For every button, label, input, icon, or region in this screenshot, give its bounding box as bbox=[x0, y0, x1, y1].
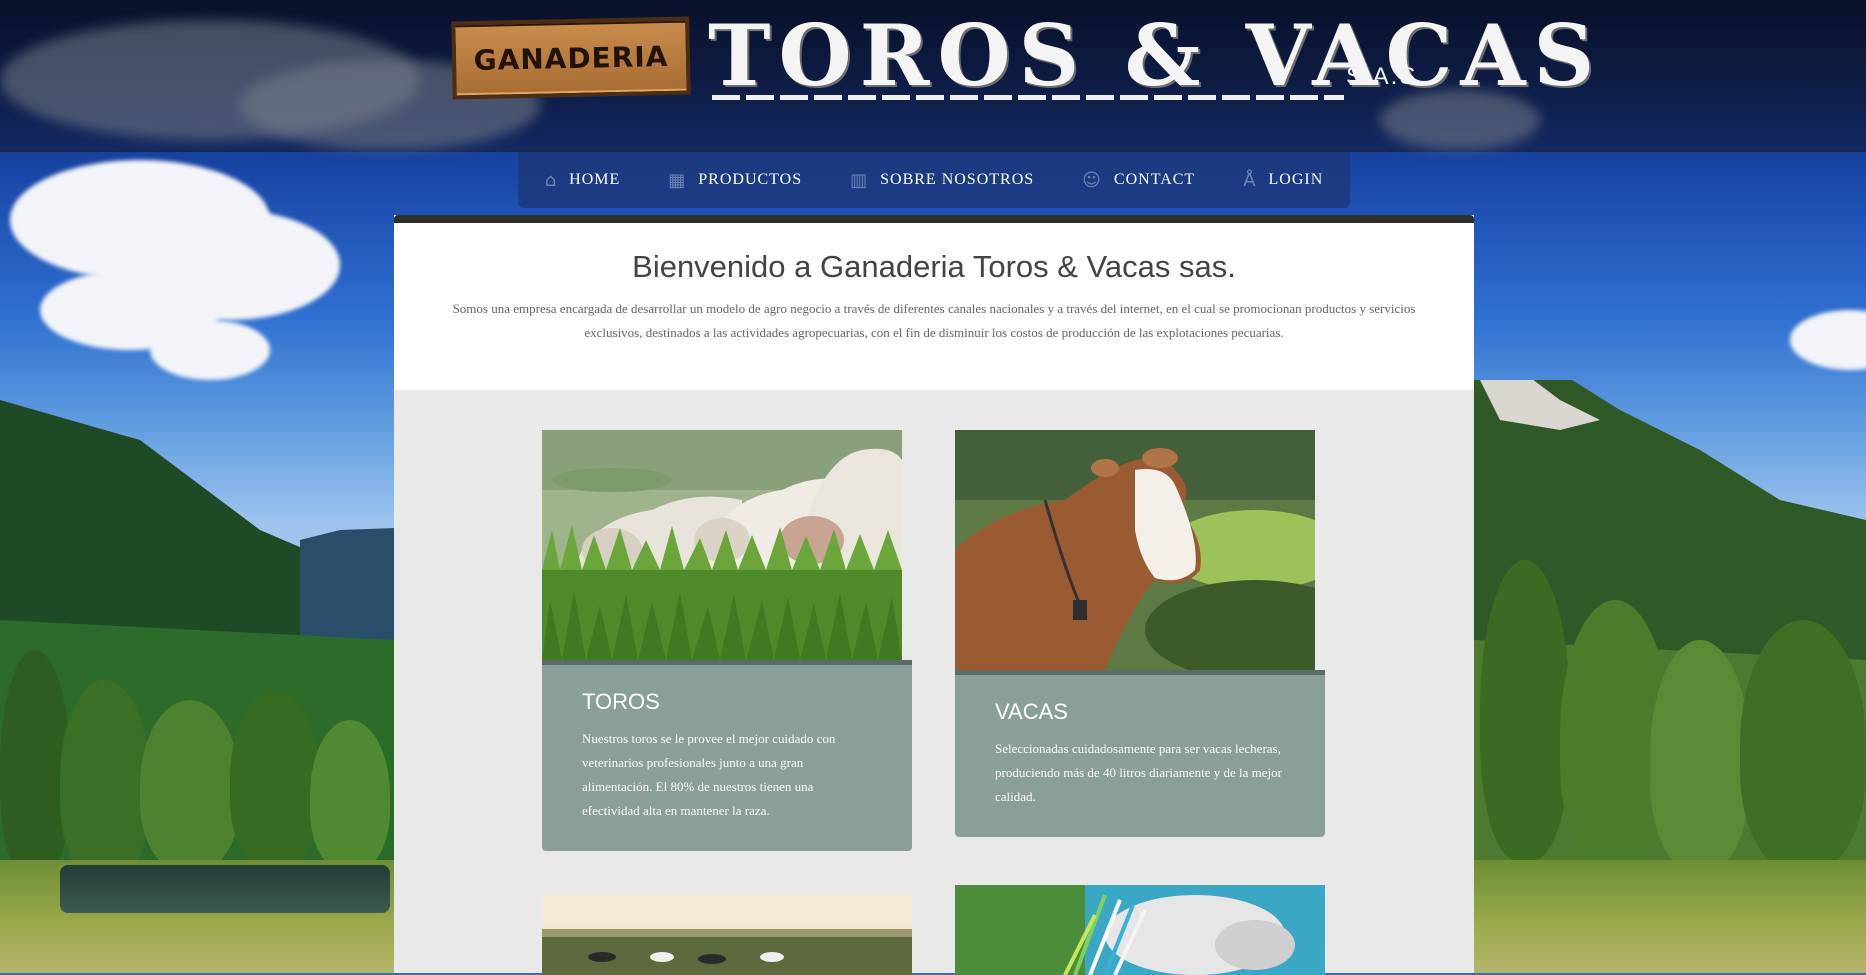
book-icon: ▥ bbox=[850, 169, 869, 191]
site-header: GANADERIA TOROS & VACAS S.A.S. bbox=[0, 0, 1866, 152]
page-title: Bienvenido a Ganaderia Toros & Vacas sas… bbox=[632, 249, 1236, 284]
card-text: Nuestros toros se le provee el mejor cui… bbox=[582, 731, 836, 818]
tree bbox=[1740, 620, 1866, 870]
nav-item-login[interactable]: Å LOGIN bbox=[1243, 170, 1323, 191]
user-icon: Å bbox=[1243, 169, 1257, 191]
tree bbox=[140, 700, 240, 870]
tree bbox=[1650, 640, 1750, 870]
home-icon: ⌂ bbox=[544, 169, 558, 191]
logo-board-text: GANADERIA bbox=[473, 39, 669, 77]
people-icon: ☺ bbox=[1082, 169, 1102, 191]
nav-item-sobre-nosotros[interactable]: ▥ SOBRE NOSOTROS bbox=[850, 170, 1034, 191]
card-text: Seleccionadas cuidadosamente para ser va… bbox=[995, 741, 1282, 804]
intro-text: Somos una empresa encargada de desarroll… bbox=[452, 301, 1416, 340]
logo-suffix: S.A.S. bbox=[1346, 63, 1427, 90]
vacas-info-box: VACAS Seleccionadas cuidadosamente para … bbox=[955, 670, 1325, 837]
intro-section: Bienvenido a Ganaderia Toros & Vacas sas… bbox=[394, 223, 1474, 390]
main-content: Bienvenido a Ganaderia Toros & Vacas sas… bbox=[394, 215, 1474, 975]
tree bbox=[60, 680, 150, 880]
nav-label: SOBRE NOSOTROS bbox=[880, 171, 1035, 188]
grid-icon: ▦ bbox=[668, 169, 687, 191]
main-nav: ⌂ HOME ▦ PRODUCTOS ▥ SOBRE NOSOTROS ☺ CO… bbox=[518, 152, 1350, 208]
pasture-image bbox=[542, 895, 912, 975]
nav-item-contact[interactable]: ☺ CONTACT bbox=[1082, 170, 1195, 191]
logo-title[interactable]: TOROS & VACAS bbox=[708, 10, 1602, 102]
nav-label: PRODUCTOS bbox=[698, 171, 803, 188]
nav-item-productos[interactable]: ▦ PRODUCTOS bbox=[668, 170, 802, 191]
nav-label: HOME bbox=[569, 171, 621, 188]
tree bbox=[310, 720, 390, 870]
toros-image bbox=[542, 430, 902, 660]
toros-info-box: TOROS Nuestros toros se le provee el mej… bbox=[542, 660, 912, 851]
logo-wood-sign[interactable]: GANADERIA bbox=[451, 16, 691, 100]
lake bbox=[60, 865, 390, 913]
feed-image bbox=[955, 885, 1325, 975]
content-top-bar bbox=[394, 215, 1474, 223]
nav-label: CONTACT bbox=[1113, 171, 1196, 188]
tree bbox=[230, 690, 320, 870]
cloud bbox=[150, 320, 270, 380]
nav-item-home[interactable]: ⌂ HOME bbox=[545, 170, 621, 191]
tree bbox=[1480, 560, 1570, 860]
vacas-image bbox=[955, 430, 1315, 670]
card-title: VACAS bbox=[995, 699, 1068, 724]
nav-label: LOGIN bbox=[1268, 171, 1324, 188]
logo-underline bbox=[712, 95, 1344, 100]
card-title: TOROS bbox=[582, 689, 660, 714]
